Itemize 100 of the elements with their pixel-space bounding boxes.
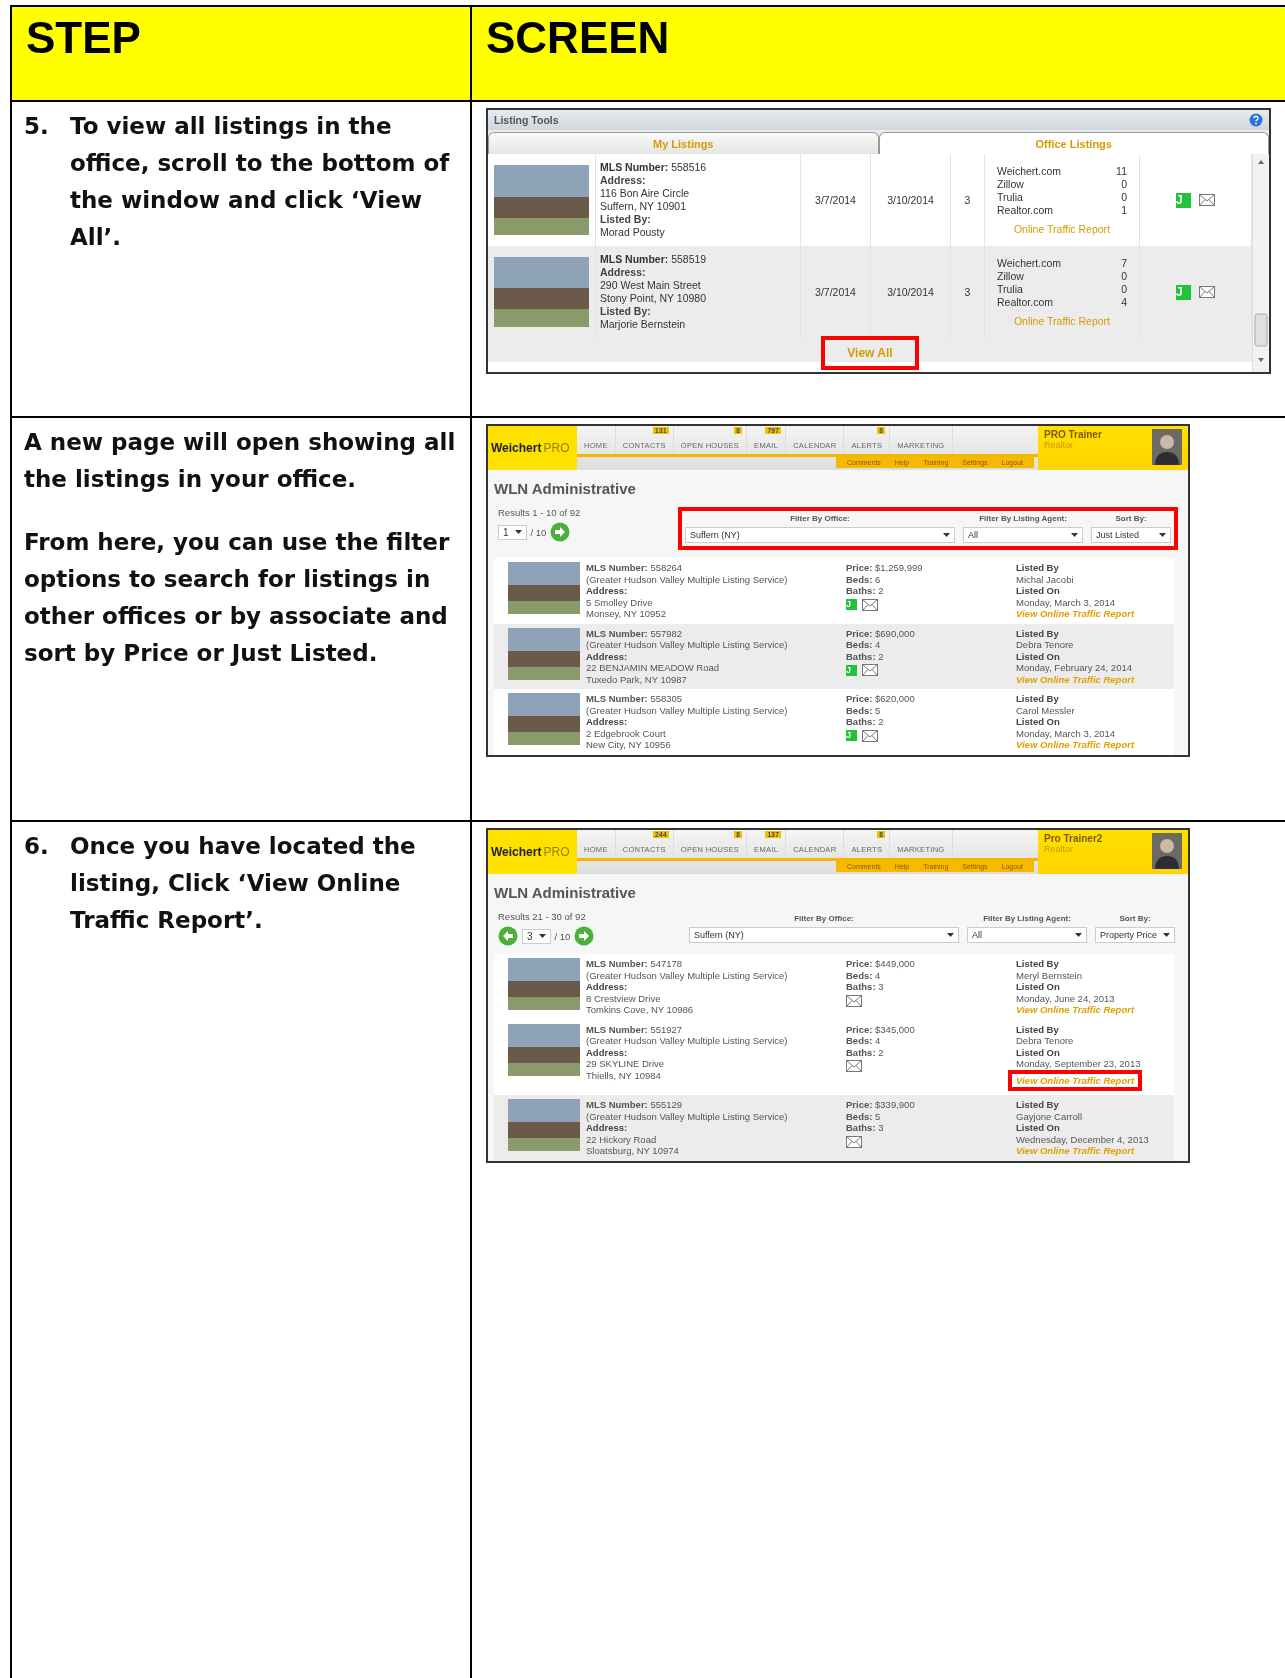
traffic-report-link[interactable]: View Online Traffic Report bbox=[1016, 608, 1135, 620]
mls-number: MLS Number: 558264 bbox=[586, 562, 683, 574]
field-value: Sloatsburg, NY 10974 bbox=[586, 1145, 679, 1157]
traffic-report-link[interactable]: View Online Traffic Report bbox=[1016, 1004, 1135, 1016]
envelope-icon[interactable] bbox=[846, 1060, 862, 1072]
filter-dropdown[interactable]: Property Price bbox=[1095, 927, 1175, 943]
view-count: 0 bbox=[1121, 269, 1127, 283]
site-name: Trulia bbox=[997, 282, 1023, 296]
agent-name: Debra Tenore bbox=[1016, 639, 1074, 651]
updated-date: 3/10/2014 bbox=[887, 194, 934, 206]
j-badge[interactable]: J bbox=[846, 599, 857, 610]
logo-suffix: PRO bbox=[543, 845, 570, 859]
updated-date: 3/10/2014 bbox=[887, 286, 934, 298]
filter-dropdown[interactable]: All bbox=[963, 527, 1083, 543]
previous-arrow-button-icon[interactable] bbox=[498, 926, 518, 946]
agent-name: Gayjone Carroll bbox=[1016, 1110, 1082, 1122]
agent-name: Debra Tenore bbox=[1016, 1035, 1074, 1047]
site-name: Weichert.com bbox=[997, 256, 1061, 270]
field-label: Address: bbox=[586, 981, 628, 993]
site-name: Weichert.com bbox=[997, 164, 1061, 178]
page-total: / 10 bbox=[554, 930, 571, 942]
envelope-icon[interactable] bbox=[862, 664, 878, 676]
view-all-button[interactable]: View All bbox=[833, 340, 907, 366]
filter-dropdown[interactable]: All bbox=[967, 927, 1087, 943]
next-arrow-button-icon[interactable] bbox=[574, 926, 595, 946]
traffic-report-link[interactable]: View Online Traffic Report bbox=[1016, 1074, 1135, 1086]
caret-icon bbox=[1075, 933, 1082, 937]
field-value: 2 Edgebrook Court bbox=[586, 727, 666, 739]
field-value: (Greater Hudson Valley Multiple Listing Service) bbox=[586, 573, 788, 585]
caret-icon bbox=[1071, 533, 1078, 537]
listing-fact: Price: $345,000 bbox=[846, 1023, 915, 1035]
field-label: Listed On bbox=[1016, 716, 1060, 728]
envelope-icon[interactable] bbox=[862, 598, 878, 611]
step-text: To view all listings in the office, scroll to the bottom of the window and click ‘View All’. bbox=[70, 112, 451, 252]
listing-fact: Baths: 2 bbox=[846, 650, 884, 662]
step-text: From here, you can use the filter options to search for listings in other offices or by associate and sort by Price or Just Listed. bbox=[24, 528, 451, 668]
step-number: 5. bbox=[24, 112, 50, 141]
help-icon[interactable] bbox=[1249, 113, 1263, 127]
tab[interactable]: Office Listings bbox=[878, 132, 1269, 154]
field-value: Morad Pousty bbox=[600, 226, 665, 239]
caret-icon bbox=[947, 933, 954, 937]
field-value: Tomkins Cove, NY 10986 bbox=[586, 1004, 694, 1016]
field-label: Listed On bbox=[1016, 1122, 1060, 1134]
traffic-report-link[interactable]: Online Traffic Report bbox=[997, 222, 1127, 236]
view-count: 0 bbox=[1121, 190, 1127, 204]
envelope-icon[interactable] bbox=[846, 994, 862, 1007]
filter-label: Filter By Office: bbox=[790, 514, 850, 523]
traffic-report-link[interactable]: View Online Traffic Report bbox=[1016, 1145, 1135, 1157]
filter-dropdown[interactable]: Suffern (NY) bbox=[689, 927, 959, 943]
filter-label: Filter By Listing Agent: bbox=[983, 914, 1071, 923]
tab[interactable]: My Listings bbox=[488, 132, 879, 154]
filter-label: Filter By Office: bbox=[794, 914, 854, 923]
field-value: Stony Point, NY 10980 bbox=[600, 292, 707, 305]
j-badge[interactable]: J bbox=[1176, 192, 1191, 208]
column-header: SCREEN bbox=[486, 13, 671, 63]
traffic-report-link[interactable]: Online Traffic Report bbox=[997, 314, 1127, 328]
j-badge[interactable]: J bbox=[846, 730, 857, 741]
field-label: Address: bbox=[600, 266, 646, 279]
filter-dropdown[interactable]: Suffern (NY) bbox=[685, 527, 955, 543]
envelope-icon[interactable] bbox=[862, 729, 878, 742]
field-label: Listed By bbox=[1016, 693, 1059, 705]
field-value: 116 Bon Aire Circle bbox=[600, 187, 690, 200]
listing-fact: Beds: 5 bbox=[846, 1110, 881, 1122]
mls-number: MLS Number: 555129 bbox=[586, 1099, 683, 1111]
envelope-icon[interactable] bbox=[846, 1135, 862, 1148]
j-badge[interactable]: J bbox=[846, 664, 857, 676]
view-count: 11 bbox=[1116, 164, 1127, 178]
agent-name: Michal Jacobi bbox=[1016, 573, 1074, 585]
site-name: Zillow bbox=[997, 177, 1024, 191]
avatar-icon bbox=[1152, 833, 1182, 869]
j-badge[interactable]: J bbox=[1176, 284, 1191, 300]
field-value: Tuxedo Park, NY 10987 bbox=[586, 673, 687, 685]
filter-dropdown[interactable]: Just Listed bbox=[1091, 527, 1171, 543]
listing-fact: Price: $449,000 bbox=[846, 958, 915, 970]
field-value: 8 Crestview Drive bbox=[586, 992, 661, 1004]
listed-date: Monday, February 24, 2014 bbox=[1016, 662, 1132, 674]
listed-date: Monday, March 3, 2014 bbox=[1016, 596, 1116, 608]
field-label: Listed By bbox=[1016, 958, 1059, 970]
field-label: Address: bbox=[586, 585, 628, 597]
envelope-icon[interactable] bbox=[1199, 286, 1215, 298]
photo-placeholder bbox=[508, 1099, 580, 1151]
filter-label: Sort By: bbox=[1115, 514, 1147, 523]
view-count: 0 bbox=[1121, 177, 1127, 191]
caret-icon bbox=[943, 533, 950, 537]
next-arrow-button-icon[interactable] bbox=[550, 522, 571, 542]
field-label: Listed By bbox=[1016, 1023, 1059, 1035]
page-select[interactable]: 3 bbox=[522, 928, 551, 944]
results-count: Results 21 - 30 of 92 bbox=[498, 911, 587, 922]
field-label: Address: bbox=[586, 716, 628, 728]
photo-placeholder bbox=[508, 958, 580, 1010]
field-value: (Greater Hudson Valley Multiple Listing Service) bbox=[586, 639, 788, 651]
traffic-report-link[interactable]: View Online Traffic Report bbox=[1016, 673, 1135, 685]
traffic-report-link[interactable]: View Online Traffic Report bbox=[1016, 739, 1135, 751]
caret-icon bbox=[1163, 933, 1170, 937]
user-name: Pro Trainer2 bbox=[1044, 833, 1103, 844]
page-select[interactable]: 1 bbox=[498, 524, 527, 540]
envelope-icon[interactable] bbox=[1199, 194, 1215, 206]
field-label: Listed By: bbox=[600, 213, 651, 226]
listing-fact: Price: $690,000 bbox=[846, 627, 915, 639]
scrollbar[interactable] bbox=[1252, 154, 1269, 372]
